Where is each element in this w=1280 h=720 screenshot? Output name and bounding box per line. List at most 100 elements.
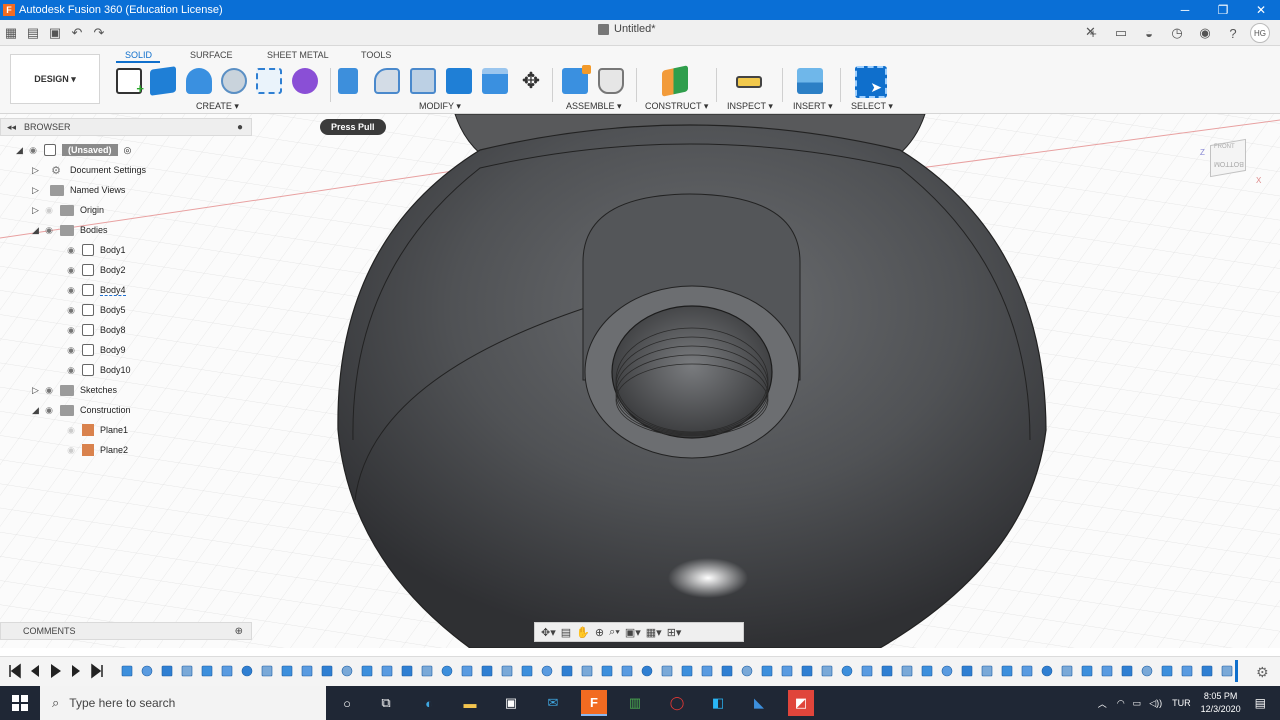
timeline-feature-icon[interactable]: [581, 665, 593, 677]
eye-icon[interactable]: ◉: [64, 305, 78, 316]
viewcube[interactable]: FRONT BOTTOM Z X: [1200, 136, 1262, 188]
revolve-icon[interactable]: [186, 68, 212, 94]
clock-icon[interactable]: ◷: [1166, 22, 1188, 44]
timeline-feature-icon[interactable]: [441, 665, 453, 677]
assemble-menu[interactable]: ASSEMBLE ▾: [566, 101, 622, 112]
collapse-icon[interactable]: ◂◂: [7, 122, 16, 133]
orbit-icon[interactable]: ✥▾: [541, 626, 556, 639]
grid-settings-icon[interactable]: ▦▾: [646, 626, 662, 639]
eye-icon[interactable]: ◉: [42, 225, 56, 236]
timeline-feature-icon[interactable]: [1141, 665, 1153, 677]
new-component-icon[interactable]: [562, 65, 591, 94]
construct-menu[interactable]: CONSTRUCT ▾: [645, 101, 708, 112]
timeline-feature-icon[interactable]: [361, 665, 373, 677]
timeline-feature-icon[interactable]: [1021, 665, 1033, 677]
timeline-feature-icon[interactable]: [621, 665, 633, 677]
notification-icon[interactable]: ◉: [1194, 22, 1216, 44]
tree-item-plane[interactable]: ◉ Plane2: [64, 440, 128, 460]
timeline-feature-icon[interactable]: [481, 665, 493, 677]
timeline-feature-icon[interactable]: [141, 665, 153, 677]
timeline-feature-icon[interactable]: [801, 665, 813, 677]
maximize-button[interactable]: ❐: [1204, 0, 1242, 20]
create-sketch-icon[interactable]: +: [116, 68, 144, 96]
tab-solid[interactable]: SOLID: [125, 50, 152, 60]
tree-item-bodies[interactable]: ◢ ◉ Bodies: [32, 220, 108, 240]
document-tab[interactable]: Untitled*: [598, 23, 656, 35]
timeline-feature-icon[interactable]: [861, 665, 873, 677]
eye-icon[interactable]: ◉: [64, 265, 78, 276]
measure-icon[interactable]: [736, 76, 762, 88]
timeline-feature-icon[interactable]: [1041, 665, 1053, 677]
extensions-icon[interactable]: ◒: [1138, 22, 1160, 44]
tree-item-document-settings[interactable]: ▷ ⚙ Document Settings: [32, 160, 146, 180]
tree-item-body[interactable]: ◉ Body4: [64, 280, 126, 300]
timeline-feature-icon[interactable]: [981, 665, 993, 677]
timeline-feature-icon[interactable]: [421, 665, 433, 677]
timeline-feature-icon[interactable]: [961, 665, 973, 677]
timeline-feature-icon[interactable]: [681, 665, 693, 677]
expand-icon[interactable]: ▷: [32, 205, 42, 216]
pattern-icon[interactable]: [256, 68, 282, 94]
eye-icon[interactable]: ◉: [64, 325, 78, 336]
expand-icon[interactable]: ◢: [32, 225, 42, 236]
timeline-feature-icon[interactable]: [881, 665, 893, 677]
clock[interactable]: 8:05 PM 12/3/2020: [1201, 690, 1241, 716]
timeline-feature-icon[interactable]: [741, 665, 753, 677]
eye-icon[interactable]: ◉: [64, 245, 78, 256]
windows-start-icon[interactable]: [12, 695, 28, 711]
timeline-feature-icon[interactable]: [541, 665, 553, 677]
extrude-icon[interactable]: [150, 66, 176, 96]
tab-tools[interactable]: TOOLS: [361, 50, 391, 60]
timeline-feature-icon[interactable]: [161, 665, 173, 677]
fillet-icon[interactable]: [374, 68, 400, 94]
pan-icon[interactable]: ✋: [576, 626, 590, 639]
app-icon[interactable]: ▥: [622, 690, 648, 716]
file-explorer-icon[interactable]: ▬: [457, 690, 483, 716]
timeline-feature-icon[interactable]: [1201, 665, 1213, 677]
tree-item-plane[interactable]: ◉ Plane1: [64, 420, 128, 440]
timeline-feature-icon[interactable]: [841, 665, 853, 677]
app-icon[interactable]: ◩: [788, 690, 814, 716]
language-indicator[interactable]: TUR: [1172, 698, 1191, 708]
zoom-icon[interactable]: ⊕: [595, 626, 604, 639]
timeline-feature-icon[interactable]: [281, 665, 293, 677]
look-at-icon[interactable]: ▤: [561, 626, 571, 639]
timeline-feature-icon[interactable]: [1001, 665, 1013, 677]
design-workspace-button[interactable]: DESIGN ▾: [10, 54, 100, 104]
timeline-feature-icon[interactable]: [641, 665, 653, 677]
form-icon[interactable]: [292, 68, 318, 94]
store-icon[interactable]: ▣: [498, 690, 524, 716]
new-tab-icon[interactable]: +: [1082, 22, 1104, 44]
redo-icon[interactable]: ↷: [88, 22, 110, 44]
expand-icon[interactable]: ◢: [16, 145, 26, 156]
expand-icon[interactable]: ▷: [32, 385, 42, 396]
tree-item-body[interactable]: ◉ Body9: [64, 340, 126, 360]
eye-icon[interactable]: ◉: [42, 205, 56, 216]
undo-icon[interactable]: ↶: [66, 22, 88, 44]
tree-item-body[interactable]: ◉ Body1: [64, 240, 126, 260]
tree-root[interactable]: ◢ ◉ (Unsaved) ◎: [16, 140, 131, 160]
hole-icon[interactable]: [221, 68, 247, 94]
user-avatar[interactable]: HG: [1250, 23, 1270, 43]
timeline-feature-icon[interactable]: [661, 665, 673, 677]
timeline-feature-icon[interactable]: [901, 665, 913, 677]
tab-sheet-metal[interactable]: SHEET METAL: [267, 50, 329, 60]
chamfer-icon[interactable]: [410, 68, 436, 94]
insert-image-icon[interactable]: [797, 68, 823, 94]
timeline-feature-icon[interactable]: [461, 665, 473, 677]
display-settings-icon[interactable]: ▣▾: [625, 626, 641, 639]
eye-icon[interactable]: ◉: [42, 385, 56, 396]
eye-icon[interactable]: ◉: [42, 405, 56, 416]
shell-icon[interactable]: [446, 68, 472, 94]
network-icon[interactable]: ◠: [1117, 698, 1125, 709]
timeline-feature-icon[interactable]: [521, 665, 533, 677]
mail-icon[interactable]: ✉: [540, 690, 566, 716]
timeline-feature-icon[interactable]: [1061, 665, 1073, 677]
volume-icon[interactable]: ◁)): [1149, 698, 1162, 709]
timeline-feature-icon[interactable]: [601, 665, 613, 677]
tab-surface[interactable]: SURFACE: [190, 50, 233, 60]
timeline-feature-icon[interactable]: [401, 665, 413, 677]
edge-icon[interactable]: ◐: [416, 690, 442, 716]
insert-menu[interactable]: INSERT ▾: [793, 101, 833, 112]
timeline-feature-icon[interactable]: [721, 665, 733, 677]
